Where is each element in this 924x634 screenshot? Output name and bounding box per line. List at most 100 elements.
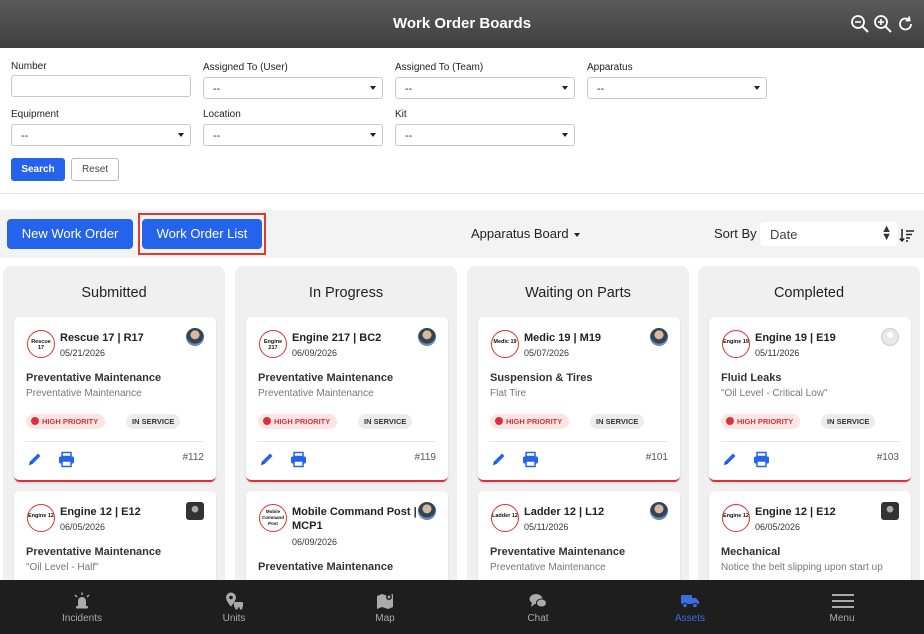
work-order-number: #103 [876, 452, 899, 463]
priority-badge: HIGH PRIORITY [490, 414, 570, 429]
nav-item-menu[interactable]: Menu [792, 580, 892, 634]
apparatus-label: Apparatus [587, 62, 633, 73]
search-button[interactable]: Search [11, 158, 65, 181]
apparatus-badge: Engine 19 [722, 330, 750, 358]
sort-label: Sort By [714, 226, 757, 241]
apparatus-badge: Medic 19 [491, 330, 519, 358]
card-divider [490, 441, 668, 442]
work-order-description: "Oil Level - Half" [26, 562, 99, 573]
alert-icon [495, 417, 503, 425]
card-title: Engine 12 | E12 [755, 506, 836, 518]
sort-select-value: Date [770, 227, 798, 242]
print-icon[interactable] [290, 451, 307, 468]
sort-select[interactable]: Date ▲ ▼ [760, 222, 898, 246]
apparatus-badge: Ladder 12 [491, 504, 519, 532]
priority-text: HIGH PRIORITY [274, 417, 331, 426]
print-icon[interactable] [58, 451, 75, 468]
work-order-type: Preventative Maintenance [490, 546, 626, 558]
priority-badge: HIGH PRIORITY [26, 414, 106, 429]
print-icon[interactable] [522, 451, 539, 468]
card-title: Engine 217 | BC2 [292, 332, 382, 344]
chevron-down-icon [562, 133, 568, 137]
status-badge: IN SERVICE [590, 414, 645, 429]
work-order-description: "Oil Level - Critical Low" [721, 388, 828, 399]
nav-label: Map [375, 613, 395, 624]
refresh-icon[interactable] [896, 14, 916, 34]
new-work-order-button[interactable]: New Work Order [7, 219, 133, 249]
work-order-list-button[interactable]: Work Order List [142, 219, 262, 249]
nav-item-chat[interactable]: Chat [488, 580, 588, 634]
assignee-avatar [418, 328, 436, 346]
nav-item-incidents[interactable]: Incidents [32, 580, 132, 634]
chevron-down-icon [754, 86, 760, 90]
card-date: 06/09/2026 [292, 537, 338, 547]
edit-icon[interactable] [259, 451, 275, 467]
reset-button[interactable]: Reset [71, 158, 119, 181]
number-label: Number [11, 61, 47, 72]
column-title: Waiting on Parts [525, 285, 631, 301]
work-order-type: Preventative Maintenance [258, 561, 394, 573]
chat-icon [529, 594, 547, 608]
card-title: Rescue 17 | R17 [60, 332, 144, 344]
chevron-down-icon [573, 232, 580, 237]
filter-panel: Number Assigned To (User) -- Assigned To… [0, 48, 924, 194]
assignee-avatar [418, 502, 436, 520]
zoom-out-icon[interactable] [850, 14, 870, 34]
number-input[interactable] [11, 75, 191, 97]
work-order-type: Suspension & Tires [490, 372, 593, 384]
nav-item-map[interactable]: Map [335, 580, 435, 634]
column-title: In Progress [308, 285, 384, 301]
work-order-type: Preventative Maintenance [26, 546, 162, 558]
work-order-card[interactable]: Rescue 17 Rescue 17 | R17 05/21/2026 Preven… [14, 317, 216, 482]
work-order-description: Notice the belt slipping upon start up [721, 562, 883, 573]
print-icon[interactable] [753, 451, 770, 468]
assignee-avatar [186, 502, 204, 520]
nav-item-units[interactable]: Units [184, 580, 284, 634]
assignee-avatar [650, 328, 668, 346]
kit-value: -- [405, 130, 413, 142]
assigned-team-value: -- [405, 83, 413, 95]
kit-select[interactable]: -- [395, 124, 575, 146]
assigned-user-select[interactable]: -- [203, 77, 383, 99]
edit-icon[interactable] [491, 451, 507, 467]
card-title: Ladder 12 | L12 [524, 506, 605, 518]
edit-icon[interactable] [722, 451, 738, 467]
sort-direction-icon[interactable] [899, 227, 915, 243]
menu-icon [832, 594, 854, 608]
apparatus-value: -- [597, 83, 605, 95]
apparatus-select[interactable]: -- [587, 77, 767, 99]
equipment-select[interactable]: -- [11, 124, 191, 146]
nav-label: Units [222, 613, 246, 624]
nav-label: Assets [674, 613, 705, 624]
priority-badge: HIGH PRIORITY [721, 414, 801, 429]
assigned-team-select[interactable]: -- [395, 77, 575, 99]
work-order-description: Preventative Maintenance [490, 562, 606, 573]
work-order-type: Fluid Leaks [721, 372, 782, 384]
map-icon [377, 594, 393, 609]
page-title: Work Order Boards [392, 15, 532, 32]
zoom-in-icon[interactable] [873, 14, 893, 34]
kit-label: Kit [395, 109, 407, 120]
priority-text: HIGH PRIORITY [737, 417, 794, 426]
location-select[interactable]: -- [203, 124, 383, 146]
board-toolbar: New Work Order Work Order List Apparatus… [0, 210, 924, 258]
updown-icon: ▲ ▼ [881, 223, 892, 243]
work-order-card[interactable]: Engine 217 Engine 217 | BC2 06/09/2026 Prev… [246, 317, 448, 482]
status-badge: IN SERVICE [126, 414, 181, 429]
card-date: 05/11/2026 [755, 348, 800, 358]
card-title: Engine 19 | E19 [755, 332, 836, 344]
card-title: Mobile Command Post | MCP1 [292, 506, 417, 532]
chevron-down-icon [370, 133, 376, 137]
card-date: 06/09/2026 [292, 348, 338, 358]
assigned-user-label: Assigned To (User) [203, 62, 288, 73]
work-order-card[interactable]: Engine 19 Engine 19 | E19 05/11/2026 Fluid … [709, 317, 911, 482]
status-badge: IN SERVICE [821, 414, 876, 429]
priority-badge: HIGH PRIORITY [258, 414, 338, 429]
nav-item-assets[interactable]: Assets [640, 580, 740, 634]
work-order-card[interactable]: Medic 19 Medic 19 | M19 05/07/2026 Suspensi… [478, 317, 680, 482]
edit-icon[interactable] [27, 451, 43, 467]
card-title: Engine 12 | E12 [60, 506, 141, 518]
location-label: Location [203, 109, 241, 120]
card-title: Medic 19 | M19 [524, 332, 602, 344]
board-select[interactable]: Apparatus Board [471, 226, 580, 241]
